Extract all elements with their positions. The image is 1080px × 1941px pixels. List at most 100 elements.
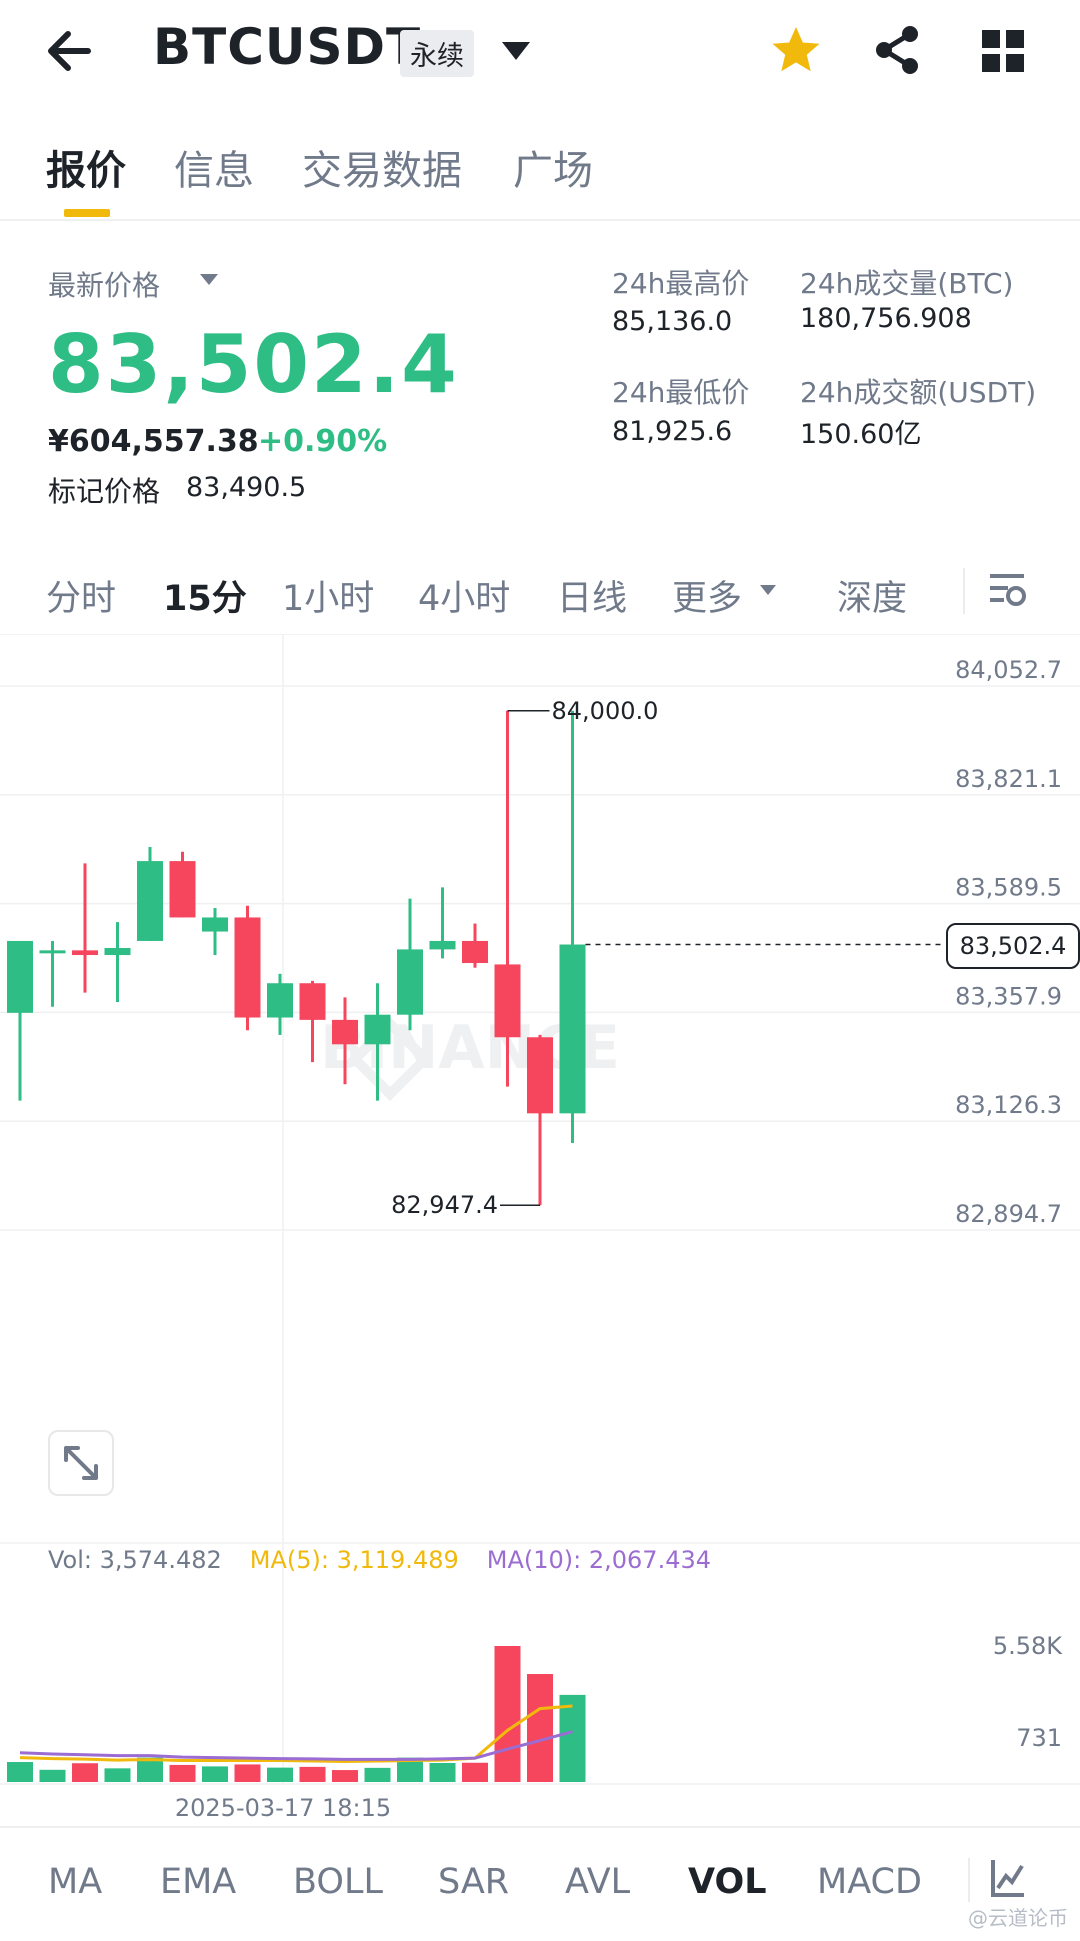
- interval-depth[interactable]: 深度: [837, 570, 907, 621]
- interval-1h[interactable]: 1小时: [282, 570, 374, 621]
- vol-btc-label: 24h成交量(BTC): [800, 267, 1014, 300]
- high-24h: 85,136.0: [612, 306, 733, 337]
- credit-watermark: @云道论币: [968, 1906, 1068, 1930]
- grid-menu-button[interactable]: [978, 26, 1028, 76]
- volume-bar: [202, 1766, 228, 1782]
- volume-bar: [429, 1762, 456, 1782]
- fullscreen-button[interactable]: [48, 1430, 114, 1496]
- volume-bar: [332, 1770, 358, 1782]
- price-tick-label: 83,126.3: [955, 1091, 1062, 1119]
- candle-body: [39, 950, 66, 954]
- vol-value: Vol: 3,574.482: [48, 1546, 222, 1574]
- candle-body: [202, 917, 228, 932]
- candles: [7, 710, 586, 1206]
- dropdown-caret-icon: [200, 274, 218, 285]
- star-icon: [772, 27, 820, 72]
- tab-square[interactable]: 广场: [513, 138, 593, 196]
- indicator-macd[interactable]: MACD: [817, 1862, 922, 1902]
- volume-bar: [267, 1767, 293, 1782]
- price-tick-label: 82,894.7: [955, 1200, 1062, 1228]
- chart-line-icon: [991, 1860, 1024, 1897]
- tab-trading-data[interactable]: 交易数据: [302, 138, 462, 196]
- indicator-boll[interactable]: BOLL: [293, 1862, 383, 1902]
- mark-price: 83,490.5: [186, 472, 307, 503]
- indicator-ema[interactable]: EMA: [160, 1862, 236, 1902]
- indicator-settings-button[interactable]: [990, 1858, 1026, 1902]
- low-24h-label: 24h最低价: [612, 376, 750, 409]
- volume-bar: [39, 1769, 66, 1782]
- tab-quote[interactable]: 报价: [46, 138, 126, 196]
- current-price-tag[interactable]: 83,502.4: [946, 922, 1080, 969]
- candle-body: [299, 983, 326, 1020]
- pair-symbol[interactable]: BTCUSDT: [153, 18, 421, 76]
- volume-bar: [494, 1646, 521, 1782]
- favorite-button[interactable]: [770, 24, 822, 76]
- price-tick-label: 83,357.9: [955, 982, 1062, 1010]
- candle-body: [494, 964, 521, 1038]
- chart-settings-icon: [990, 574, 1026, 606]
- interval-4h[interactable]: 4小时: [418, 570, 510, 621]
- candle-body: [559, 944, 586, 1114]
- indicator-vol[interactable]: VOL: [688, 1862, 767, 1902]
- dropdown-caret-icon: [502, 42, 530, 60]
- pair-dropdown-button[interactable]: [496, 36, 536, 66]
- more-dropdown-caret[interactable]: [758, 582, 778, 601]
- candle-body: [72, 950, 98, 956]
- contract-type-badge: 永续: [400, 30, 474, 77]
- indicator-sar[interactable]: SAR: [438, 1862, 509, 1902]
- volume-bar: [7, 1762, 33, 1782]
- low-marker-label: 82,947.4: [391, 1191, 498, 1219]
- chart-settings-button[interactable]: [988, 568, 1028, 616]
- active-tab-indicator: [64, 209, 110, 217]
- vol-ma5-value: MA(5): 3,119.489: [249, 1546, 459, 1574]
- vol-usdt-label: 24h成交额(USDT): [800, 376, 1037, 409]
- interval-more[interactable]: 更多: [672, 570, 742, 621]
- volume-bar: [234, 1764, 261, 1782]
- volume-bar: [364, 1767, 391, 1782]
- chart-vertical-grid: [0, 634, 1080, 1785]
- kline-chart[interactable]: BINANCE 84,052.783,821.183,589.583,357.9…: [0, 634, 1080, 1824]
- candle-body: [137, 861, 163, 941]
- indicator-ma[interactable]: MA: [48, 1862, 102, 1902]
- mark-price-label: 标记价格: [48, 475, 161, 508]
- candle-body: [169, 861, 196, 918]
- price-tick-label: 83,589.5: [955, 874, 1062, 902]
- price-tick-label: 83,821.1: [955, 765, 1062, 793]
- vol-btc: 180,756.908: [800, 303, 972, 334]
- volume-bar: [462, 1762, 488, 1782]
- candle-body: [397, 949, 423, 1015]
- volume-bar: [72, 1763, 98, 1782]
- interval-1d[interactable]: 日线: [557, 570, 627, 621]
- volume-bar: [169, 1764, 196, 1782]
- high-low-markers: 84,000.0 82,947.4: [391, 697, 658, 1219]
- vol-ma10-value: MA(10): 2,067.434: [486, 1546, 711, 1574]
- share-button[interactable]: [872, 24, 924, 76]
- grid-menu-icon: [982, 30, 1024, 72]
- back-arrow-icon: [48, 31, 91, 71]
- high-marker-label: 84,000.0: [552, 697, 659, 725]
- volume-bar: [299, 1766, 326, 1782]
- candle-body: [104, 947, 131, 956]
- indicator-avl[interactable]: AVL: [565, 1862, 630, 1902]
- interval-line[interactable]: 分时: [46, 570, 116, 621]
- tab-info[interactable]: 信息: [174, 138, 254, 196]
- vol-usdt: 150.60亿: [800, 419, 922, 450]
- volume-tick-label: 731: [1016, 1724, 1062, 1752]
- divider: [0, 1826, 1080, 1828]
- candle-body: [267, 983, 293, 1018]
- candle-body: [527, 1037, 553, 1114]
- candle-body: [7, 940, 33, 1013]
- change-percent: +0.90%: [258, 424, 388, 459]
- back-button[interactable]: [42, 22, 112, 80]
- interval-15m[interactable]: 15分: [163, 570, 247, 621]
- divider: [963, 568, 965, 614]
- divider: [968, 1858, 970, 1902]
- volume-bar: [104, 1768, 131, 1782]
- high-24h-label: 24h最高价: [612, 267, 750, 300]
- candle-body: [364, 1014, 391, 1045]
- volume-bar: [527, 1674, 553, 1782]
- candle-body: [234, 917, 261, 1018]
- last-price-label[interactable]: 最新价格: [48, 264, 160, 304]
- price-type-dropdown[interactable]: [198, 272, 220, 292]
- volume-tick-label: 5.58K: [993, 1632, 1063, 1660]
